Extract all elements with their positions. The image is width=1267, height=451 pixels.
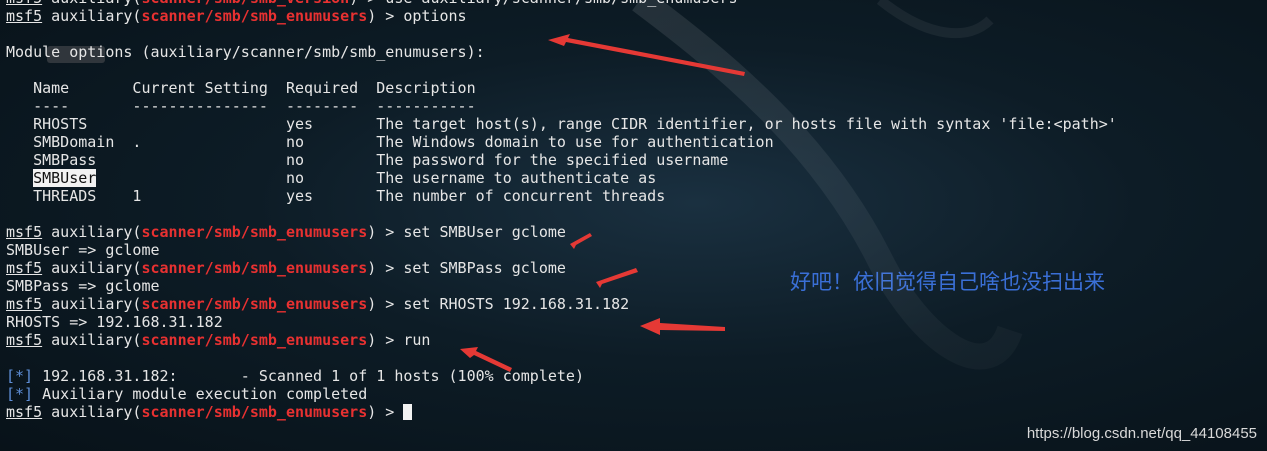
background-swoosh <box>632 0 1023 370</box>
arrow-set-smbuser <box>570 233 592 249</box>
background-swoosh-2 <box>876 0 994 39</box>
arrow-run <box>460 347 512 372</box>
arrow-set-smbpass <box>596 268 638 288</box>
arrow-set-rhosts <box>640 318 725 335</box>
annotation-arrows <box>460 0 1023 372</box>
